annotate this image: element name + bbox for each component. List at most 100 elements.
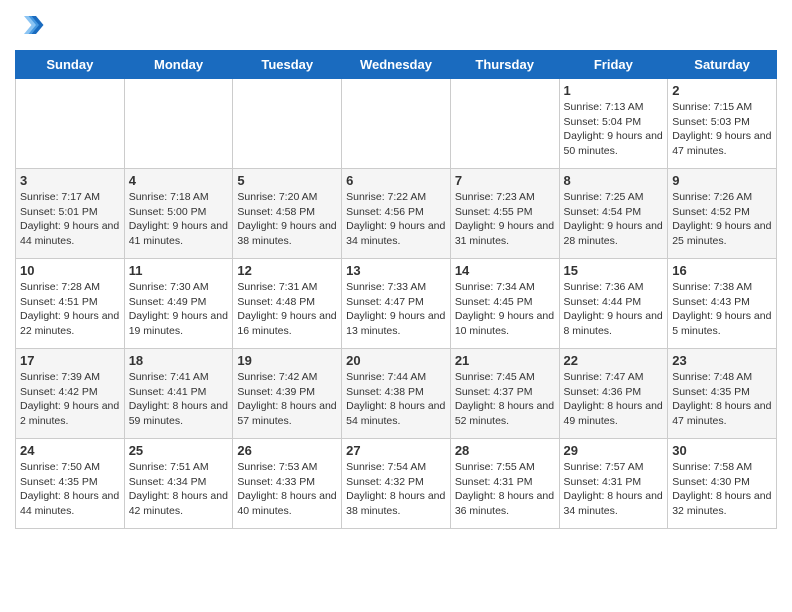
- col-header-tuesday: Tuesday: [233, 51, 342, 79]
- day-info: Sunrise: 7:55 AM Sunset: 4:31 PM Dayligh…: [455, 460, 555, 519]
- day-number: 1: [564, 83, 664, 98]
- day-cell: 26Sunrise: 7:53 AM Sunset: 4:33 PM Dayli…: [233, 439, 342, 529]
- day-info: Sunrise: 7:31 AM Sunset: 4:48 PM Dayligh…: [237, 280, 337, 339]
- col-header-wednesday: Wednesday: [342, 51, 451, 79]
- day-number: 2: [672, 83, 772, 98]
- day-cell: 21 Sunrise: 7:45 AM Sunset: 4:37 PM Dayli…: [450, 349, 559, 439]
- day-cell: [233, 79, 342, 169]
- day-number: 8: [564, 173, 664, 188]
- day-number: 4: [129, 173, 229, 188]
- week-row-5: 24 Sunrise: 7:50 AM Sunset: 4:35 PM Dayli…: [16, 439, 777, 529]
- day-cell: 23Sunrise: 7:48 AM Sunset: 4:35 PM Dayli…: [668, 349, 777, 439]
- col-header-friday: Friday: [559, 51, 668, 79]
- day-info: Sunrise: 7:53 AM Sunset: 4:33 PM Dayligh…: [237, 460, 337, 519]
- day-info: Sunrise: 7:33 AM Sunset: 4:47 PM Dayligh…: [346, 280, 446, 339]
- day-cell: 14 Sunrise: 7:34 AM Sunset: 4:45 PM Dayli…: [450, 259, 559, 349]
- day-number: 10: [20, 263, 120, 278]
- day-cell: [450, 79, 559, 169]
- day-cell: 7 Sunrise: 7:23 AM Sunset: 4:55 PM Daylig…: [450, 169, 559, 259]
- day-number: 14: [455, 263, 555, 278]
- day-number: 29: [564, 443, 664, 458]
- day-cell: 28 Sunrise: 7:55 AM Sunset: 4:31 PM Dayli…: [450, 439, 559, 529]
- day-info: Sunrise: 7:45 AM Sunset: 4:37 PM Dayligh…: [455, 370, 555, 429]
- day-info: Sunrise: 7:13 AM Sunset: 5:04 PM Dayligh…: [564, 100, 664, 159]
- day-info: Sunrise: 7:39 AM Sunset: 4:42 PM Dayligh…: [20, 370, 120, 429]
- day-info: Sunrise: 7:34 AM Sunset: 4:45 PM Dayligh…: [455, 280, 555, 339]
- day-cell: 15Sunrise: 7:36 AM Sunset: 4:44 PM Dayli…: [559, 259, 668, 349]
- week-row-1: 1 Sunrise: 7:13 AM Sunset: 5:04 PM Daylig…: [16, 79, 777, 169]
- day-number: 12: [237, 263, 337, 278]
- day-info: Sunrise: 7:58 AM Sunset: 4:30 PM Dayligh…: [672, 460, 772, 519]
- day-number: 16: [672, 263, 772, 278]
- calendar-container: SundayMondayTuesdayWednesdayThursdayFrid…: [0, 0, 792, 539]
- day-cell: 16 Sunrise: 7:38 AM Sunset: 4:43 PM Dayli…: [668, 259, 777, 349]
- day-cell: 18 Sunrise: 7:41 AM Sunset: 4:41 PM Dayli…: [124, 349, 233, 439]
- day-number: 9: [672, 173, 772, 188]
- day-number: 11: [129, 263, 229, 278]
- day-number: 21: [455, 353, 555, 368]
- day-info: Sunrise: 7:50 AM Sunset: 4:35 PM Dayligh…: [20, 460, 120, 519]
- day-cell: 12 Sunrise: 7:31 AM Sunset: 4:48 PM Dayli…: [233, 259, 342, 349]
- day-info: Sunrise: 7:25 AM Sunset: 4:54 PM Dayligh…: [564, 190, 664, 249]
- col-header-thursday: Thursday: [450, 51, 559, 79]
- day-number: 18: [129, 353, 229, 368]
- day-cell: 11 Sunrise: 7:30 AM Sunset: 4:49 PM Dayli…: [124, 259, 233, 349]
- day-number: 24: [20, 443, 120, 458]
- day-number: 13: [346, 263, 446, 278]
- week-row-4: 17 Sunrise: 7:39 AM Sunset: 4:42 PM Dayli…: [16, 349, 777, 439]
- day-number: 19: [237, 353, 337, 368]
- day-cell: 27 Sunrise: 7:54 AM Sunset: 4:32 PM Dayli…: [342, 439, 451, 529]
- day-cell: 3 Sunrise: 7:17 AM Sunset: 5:01 PM Daylig…: [16, 169, 125, 259]
- day-info: Sunrise: 7:23 AM Sunset: 4:55 PM Dayligh…: [455, 190, 555, 249]
- day-cell: 20 Sunrise: 7:44 AM Sunset: 4:38 PM Dayli…: [342, 349, 451, 439]
- day-info: Sunrise: 7:44 AM Sunset: 4:38 PM Dayligh…: [346, 370, 446, 429]
- logo-icon: [15, 10, 45, 40]
- day-number: 15: [564, 263, 664, 278]
- day-info: Sunrise: 7:38 AM Sunset: 4:43 PM Dayligh…: [672, 280, 772, 339]
- day-cell: [16, 79, 125, 169]
- day-number: 22: [564, 353, 664, 368]
- col-header-saturday: Saturday: [668, 51, 777, 79]
- day-cell: 25Sunrise: 7:51 AM Sunset: 4:34 PM Dayli…: [124, 439, 233, 529]
- week-row-2: 3 Sunrise: 7:17 AM Sunset: 5:01 PM Daylig…: [16, 169, 777, 259]
- day-info: Sunrise: 7:54 AM Sunset: 4:32 PM Dayligh…: [346, 460, 446, 519]
- day-info: Sunrise: 7:28 AM Sunset: 4:51 PM Dayligh…: [20, 280, 120, 339]
- day-number: 27: [346, 443, 446, 458]
- day-info: Sunrise: 7:17 AM Sunset: 5:01 PM Dayligh…: [20, 190, 120, 249]
- day-cell: 4 Sunrise: 7:18 AM Sunset: 5:00 PM Daylig…: [124, 169, 233, 259]
- day-info: Sunrise: 7:26 AM Sunset: 4:52 PM Dayligh…: [672, 190, 772, 249]
- day-cell: [342, 79, 451, 169]
- day-cell: [124, 79, 233, 169]
- header-row: SundayMondayTuesdayWednesdayThursdayFrid…: [16, 51, 777, 79]
- day-number: 5: [237, 173, 337, 188]
- day-info: Sunrise: 7:41 AM Sunset: 4:41 PM Dayligh…: [129, 370, 229, 429]
- day-cell: 8 Sunrise: 7:25 AM Sunset: 4:54 PM Daylig…: [559, 169, 668, 259]
- day-cell: 17 Sunrise: 7:39 AM Sunset: 4:42 PM Dayli…: [16, 349, 125, 439]
- day-cell: 10 Sunrise: 7:28 AM Sunset: 4:51 PM Dayli…: [16, 259, 125, 349]
- day-info: Sunrise: 7:20 AM Sunset: 4:58 PM Dayligh…: [237, 190, 337, 249]
- calendar-table: SundayMondayTuesdayWednesdayThursdayFrid…: [15, 50, 777, 529]
- day-cell: 29Sunrise: 7:57 AM Sunset: 4:31 PM Dayli…: [559, 439, 668, 529]
- day-number: 20: [346, 353, 446, 368]
- day-cell: 30Sunrise: 7:58 AM Sunset: 4:30 PM Dayli…: [668, 439, 777, 529]
- day-info: Sunrise: 7:22 AM Sunset: 4:56 PM Dayligh…: [346, 190, 446, 249]
- col-header-monday: Monday: [124, 51, 233, 79]
- day-number: 17: [20, 353, 120, 368]
- day-cell: 24 Sunrise: 7:50 AM Sunset: 4:35 PM Dayli…: [16, 439, 125, 529]
- day-number: 28: [455, 443, 555, 458]
- day-cell: 13 Sunrise: 7:33 AM Sunset: 4:47 PM Dayli…: [342, 259, 451, 349]
- day-number: 7: [455, 173, 555, 188]
- day-info: Sunrise: 7:18 AM Sunset: 5:00 PM Dayligh…: [129, 190, 229, 249]
- day-cell: 2 Sunrise: 7:15 AM Sunset: 5:03 PM Daylig…: [668, 79, 777, 169]
- week-row-3: 10 Sunrise: 7:28 AM Sunset: 4:51 PM Dayli…: [16, 259, 777, 349]
- day-cell: 6Sunrise: 7:22 AM Sunset: 4:56 PM Daylig…: [342, 169, 451, 259]
- day-cell: 9 Sunrise: 7:26 AM Sunset: 4:52 PM Daylig…: [668, 169, 777, 259]
- col-header-sunday: Sunday: [16, 51, 125, 79]
- day-info: Sunrise: 7:15 AM Sunset: 5:03 PM Dayligh…: [672, 100, 772, 159]
- logo: [15, 10, 49, 40]
- day-cell: 1 Sunrise: 7:13 AM Sunset: 5:04 PM Daylig…: [559, 79, 668, 169]
- day-cell: 19Sunrise: 7:42 AM Sunset: 4:39 PM Dayli…: [233, 349, 342, 439]
- day-cell: 22Sunrise: 7:47 AM Sunset: 4:36 PM Dayli…: [559, 349, 668, 439]
- day-number: 3: [20, 173, 120, 188]
- day-info: Sunrise: 7:30 AM Sunset: 4:49 PM Dayligh…: [129, 280, 229, 339]
